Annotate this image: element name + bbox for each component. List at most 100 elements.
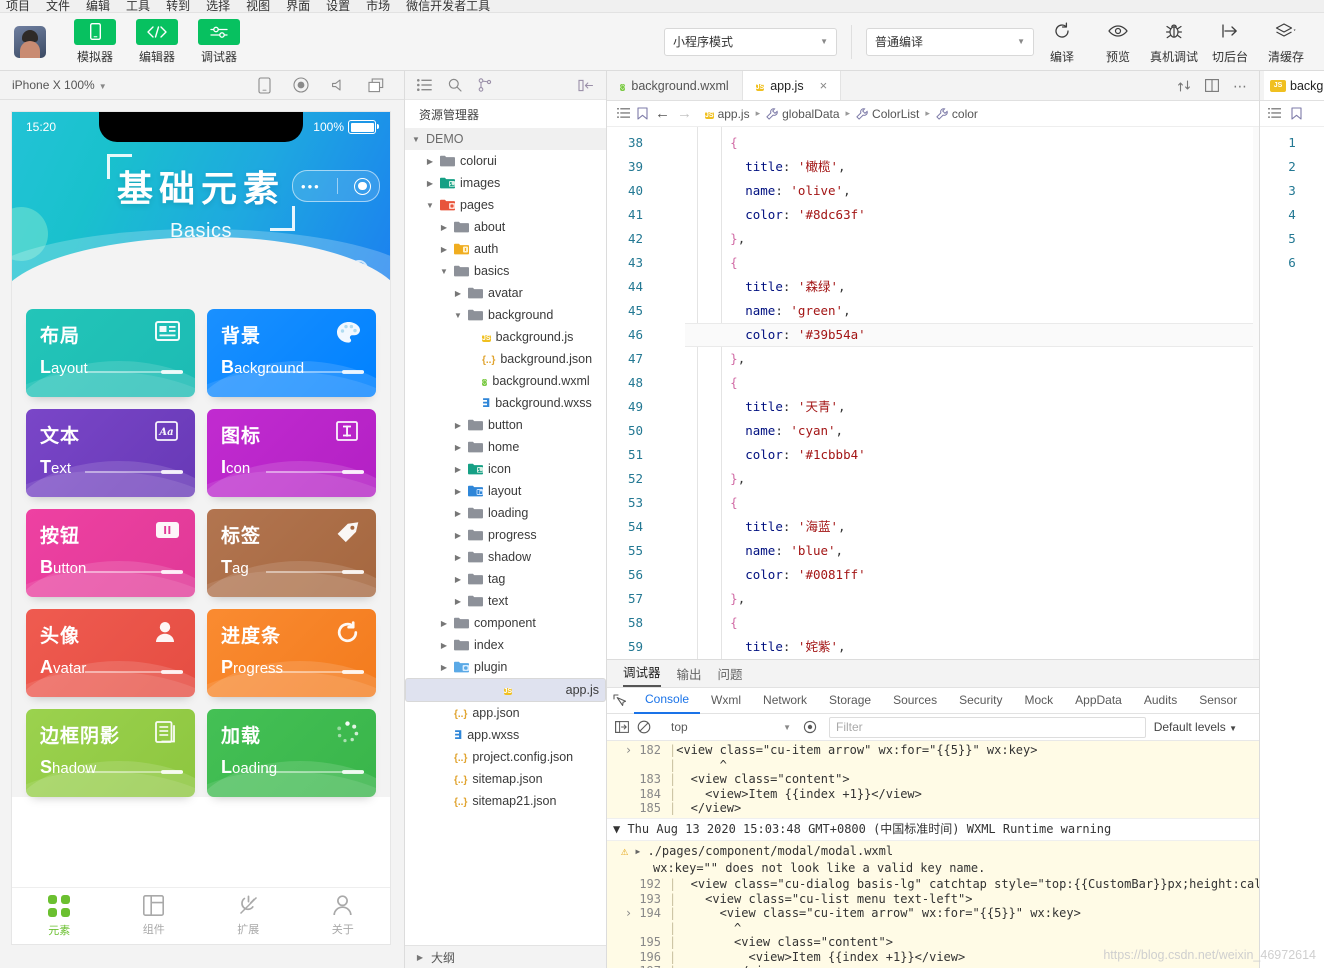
device-icon[interactable] xyxy=(258,76,271,94)
console-eye-icon[interactable] xyxy=(799,720,821,734)
code-editor[interactable]: 38 39 40 41 42 43 44 45 46 47 48 49 50 51 52 53 54 55 56 57… xyxy=(607,127,1259,659)
file-tree-item-app.json[interactable]: {..} app.json xyxy=(405,702,606,724)
devtools-tab-mock[interactable]: Mock xyxy=(1013,688,1064,713)
menu-item-0[interactable]: 项目 xyxy=(6,0,30,12)
file-tree-item-loading[interactable]: ▶ loading xyxy=(405,502,606,524)
file-tree-item-background.wxml[interactable]: ◇ background.wxml xyxy=(405,370,606,392)
split-compare-icon[interactable] xyxy=(1177,79,1191,93)
file-tree-item-colorui[interactable]: ▶ colorui xyxy=(405,150,606,172)
clear-cache-button[interactable]: 清缓存 xyxy=(1258,18,1314,65)
category-card-loading[interactable]: 加载 Loading xyxy=(207,709,376,797)
file-tree-item-home[interactable]: ▶ home xyxy=(405,436,606,458)
file-tree-item-background.wxss[interactable]: ∃ background.wxss xyxy=(405,392,606,414)
file-tree-item-sitemap21.json[interactable]: {..} sitemap21.json xyxy=(405,790,606,812)
category-card-background[interactable]: 背景 Background xyxy=(207,309,376,397)
category-card-tag[interactable]: 标签 Tag xyxy=(207,509,376,597)
devtools-tab-audits[interactable]: Audits xyxy=(1133,688,1188,713)
breadcrumb-item-color[interactable]: color xyxy=(936,107,978,121)
console-panel-tab-调试器[interactable]: 调试器 xyxy=(623,662,661,687)
compile-select[interactable]: 普通编译 ▼ xyxy=(866,27,1034,56)
devtools-tab-security[interactable]: Security xyxy=(948,688,1013,713)
file-tree-root[interactable]: ▼ DEMO xyxy=(405,128,606,150)
category-card-progress[interactable]: 进度条 Progress xyxy=(207,609,376,697)
menu-item-3[interactable]: 工具 xyxy=(126,0,150,12)
file-tree-item-plugin[interactable]: ▶ plugin xyxy=(405,656,606,678)
bookmark-icon[interactable] xyxy=(637,107,648,120)
console-context-select[interactable]: top ▼ xyxy=(659,720,791,734)
outline-icon[interactable] xyxy=(1268,108,1281,119)
file-tree-item-background.js[interactable]: JS background.js xyxy=(405,326,606,348)
devtools-tab-sensor[interactable]: Sensor xyxy=(1188,688,1248,713)
devtools-tab-sources[interactable]: Sources xyxy=(882,688,948,713)
file-tree-item-avatar[interactable]: ▶ avatar xyxy=(405,282,606,304)
compile-button[interactable]: 编译 xyxy=(1034,18,1090,65)
device-select[interactable]: iPhone X 100% ▼ xyxy=(12,78,107,92)
editor-tab-background.wxml[interactable]: ◇ background.wxml xyxy=(607,71,743,100)
file-tree-item-text[interactable]: ▶ text xyxy=(405,590,606,612)
forward-icon[interactable]: → xyxy=(677,106,692,121)
outline-section[interactable]: ▶ 大纲 xyxy=(405,945,606,968)
file-tree-item-background[interactable]: ▼ background xyxy=(405,304,606,326)
file-tree-item-background.json[interactable]: {..} background.json xyxy=(405,348,606,370)
console-warning-file[interactable]: ⚠ ▸ ./pages/component/modal/modal.wxml xyxy=(607,840,1259,861)
real-device-debug-button[interactable]: 真机调试 xyxy=(1146,18,1202,65)
toolbar-button-editor[interactable]: 编辑器 xyxy=(126,18,188,65)
menu-item-9[interactable]: 市场 xyxy=(366,0,390,12)
collapse-panel-icon[interactable] xyxy=(578,79,594,92)
file-tree-item-progress[interactable]: ▶ progress xyxy=(405,524,606,546)
console-filter-input[interactable]: Filter xyxy=(829,716,1146,738)
file-tree-item-app.wxss[interactable]: ∃ app.wxss xyxy=(405,724,606,746)
tab-bar-item-关于[interactable]: 关于 xyxy=(296,895,391,937)
toolbar-button-simulator[interactable]: 模拟器 xyxy=(64,18,126,65)
tab-bar-item-扩展[interactable]: 扩展 xyxy=(201,895,296,937)
devtools-tab-storage[interactable]: Storage xyxy=(818,688,882,713)
menu-item-1[interactable]: 文件 xyxy=(46,0,70,12)
menu-item-8[interactable]: 设置 xyxy=(326,0,350,12)
category-card-shadow[interactable]: 边框阴影 Shadow xyxy=(26,709,195,797)
back-icon[interactable]: ← xyxy=(655,106,670,121)
search-icon[interactable] xyxy=(448,78,462,92)
tab-bar-item-元素[interactable]: 元素 xyxy=(12,894,107,938)
editor-tab-app.js[interactable]: JS app.js × xyxy=(742,71,842,100)
file-tree-item-index[interactable]: ▶ index xyxy=(405,634,606,656)
window-icon[interactable] xyxy=(368,77,384,93)
branch-icon[interactable] xyxy=(478,78,492,92)
tab-bar-item-组件[interactable]: 组件 xyxy=(107,895,202,937)
breadcrumb-item-app.js[interactable]: JS app.js xyxy=(705,106,750,122)
breadcrumb-item-ColorList[interactable]: ColorList xyxy=(856,107,919,121)
category-card-text[interactable]: 文本 Text Aa xyxy=(26,409,195,497)
file-tree-item-icon[interactable]: ▶ icon xyxy=(405,458,606,480)
file-tree-item-pages[interactable]: ▼ pages xyxy=(405,194,606,216)
secondary-editor-tab[interactable]: JS backg xyxy=(1264,71,1324,100)
split-editor-icon[interactable] xyxy=(1205,79,1219,92)
devtools-tab-appdata[interactable]: AppData xyxy=(1064,688,1133,713)
code-content[interactable]: { title: '橄榄', name: 'olive', color: '#8… xyxy=(677,127,1259,659)
category-card-icon[interactable]: 图标 Icon xyxy=(207,409,376,497)
close-icon[interactable]: × xyxy=(820,78,828,93)
file-tree-item-project.config.json[interactable]: {..} project.config.json xyxy=(405,746,606,768)
mode-select[interactable]: 小程序模式 ▼ xyxy=(664,27,837,56)
menu-item-5[interactable]: 选择 xyxy=(206,0,230,12)
console-group-header[interactable]: ▼ Thu Aug 13 2020 15:03:48 GMT+0800 (中国标… xyxy=(607,817,1259,841)
list-icon[interactable] xyxy=(417,79,432,91)
console-levels-select[interactable]: Default levels ▼ xyxy=(1154,720,1251,734)
category-card-layout[interactable]: 布局 Layout xyxy=(26,309,195,397)
file-tree-item-auth[interactable]: ▶ auth xyxy=(405,238,606,260)
console-output[interactable]: › 182 |<view class="cu-item arrow" wx:for… xyxy=(607,741,1259,968)
expand-icon[interactable]: ▸ xyxy=(634,843,641,859)
file-tree-item-app.js[interactable]: JS app.js xyxy=(405,678,606,702)
record-icon[interactable] xyxy=(293,77,309,93)
file-tree-item-about[interactable]: ▶ about xyxy=(405,216,606,238)
background-button[interactable]: 切后台 xyxy=(1202,18,1258,65)
toolbar-button-debugger[interactable]: 调试器 xyxy=(188,18,250,65)
volume-icon[interactable] xyxy=(331,78,346,92)
file-tree-item-tag[interactable]: ▶ tag xyxy=(405,568,606,590)
bookmark-icon[interactable] xyxy=(1291,107,1302,120)
avatar[interactable] xyxy=(14,25,46,58)
file-tree-item-component[interactable]: ▶ component xyxy=(405,612,606,634)
menu-item-6[interactable]: 视图 xyxy=(246,0,270,12)
file-tree-item-button[interactable]: ▶ button xyxy=(405,414,606,436)
file-tree-item-shadow[interactable]: ▶ shadow xyxy=(405,546,606,568)
devtools-tab-wxml[interactable]: Wxml xyxy=(700,688,752,713)
preview-button[interactable]: 预览 xyxy=(1090,18,1146,65)
